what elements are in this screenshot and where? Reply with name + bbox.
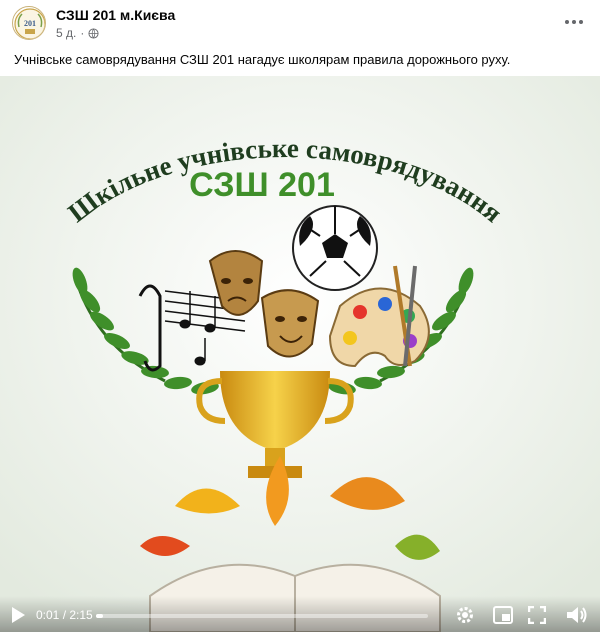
fullscreen-icon[interactable] [528,606,546,624]
play-icon[interactable] [10,606,26,624]
post-meta: 5 д. · [56,26,99,40]
more-options-icon[interactable] [562,12,586,32]
page-name[interactable]: СЗШ 201 м.Києва [56,7,175,23]
progress-fill [96,614,103,618]
volume-icon[interactable] [566,606,588,624]
duration: 2:15 [69,608,93,622]
avatar-text: 201 [24,19,36,28]
post-timestamp[interactable]: 5 д. [56,26,76,40]
soccer-ball-icon [292,205,378,291]
school-label: СЗШ 201 [189,166,335,204]
gear-icon[interactable] [455,605,475,625]
time-display: 0:01 / 2:15 [36,608,93,622]
page-avatar[interactable]: 201 [12,6,46,40]
globe-icon [88,27,99,39]
post-header: 201 СЗШ 201 м.Києва 5 д. · [0,0,600,46]
picture-in-picture-icon[interactable] [493,606,513,624]
progress-bar[interactable] [96,614,428,618]
video-player[interactable]: Шкільне учнівське самоврядування СЗШ 201 [0,76,600,632]
post-text: Учнівське самоврядування СЗШ 201 нагадує… [14,52,511,67]
video-frame: Шкільне учнівське самоврядування СЗШ 201 [0,76,600,632]
current-time: 0:01 [36,608,60,622]
